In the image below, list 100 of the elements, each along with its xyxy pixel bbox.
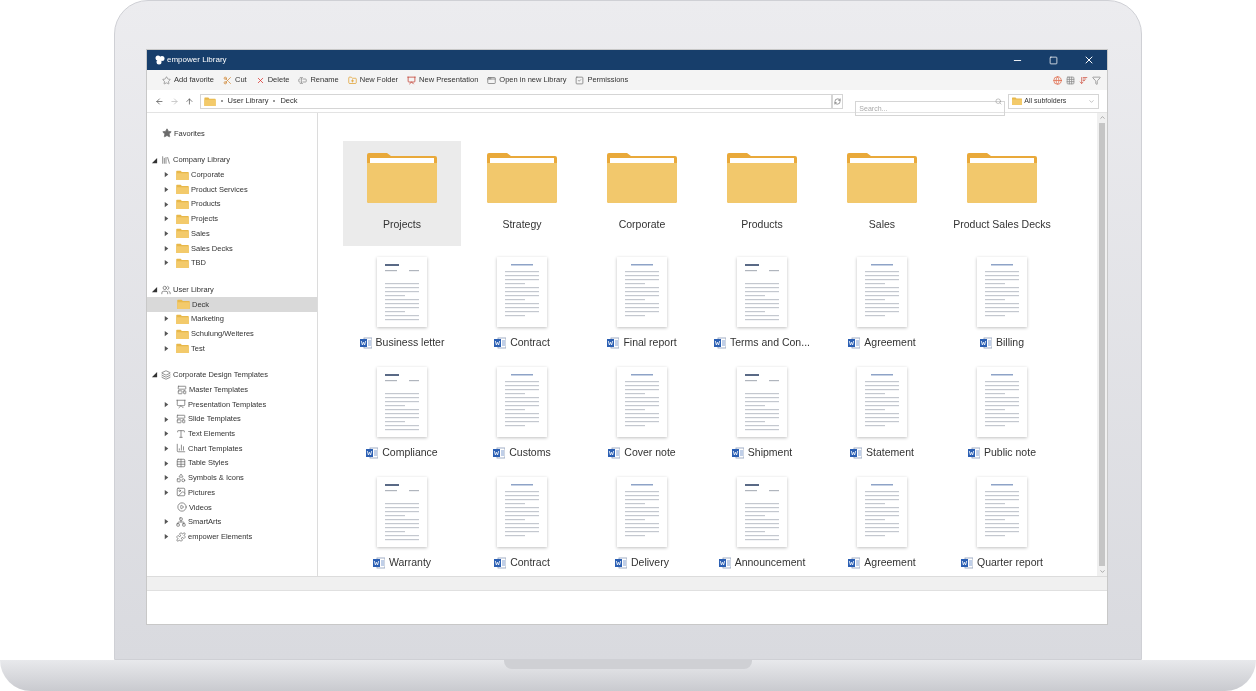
- word-file-icon: [968, 447, 980, 460]
- item-label: Compliance: [382, 445, 438, 461]
- folder-icon: [367, 153, 437, 204]
- document-tile[interactable]: Customs: [463, 362, 581, 466]
- word-file-icon: [494, 337, 507, 350]
- document-tile[interactable]: Contract: [463, 472, 581, 576]
- document-tile[interactable]: Cover note: [583, 362, 701, 466]
- expand-arrow-icon[interactable]: [163, 474, 170, 482]
- collapse-arrow-icon[interactable]: [151, 286, 158, 294]
- document-tile[interactable]: Agreement: [823, 252, 941, 356]
- document-tile[interactable]: Final report: [583, 252, 701, 356]
- expand-arrow-icon[interactable]: [163, 229, 170, 237]
- folder-tile[interactable]: Corporate: [583, 141, 701, 246]
- document-thumbnail: [497, 477, 547, 548]
- document-thumbnail: [857, 477, 907, 548]
- new-folder-icon: [347, 75, 357, 85]
- expand-arrow-icon[interactable]: [163, 533, 170, 541]
- expand-arrow-icon[interactable]: [163, 200, 170, 208]
- folder-icon: [176, 213, 189, 224]
- window-icon: [487, 75, 497, 85]
- delete-icon: [255, 75, 265, 85]
- scrollbar-thumb[interactable]: [1099, 123, 1105, 566]
- document-tile[interactable]: Compliance: [343, 362, 461, 466]
- word-file-icon: [980, 337, 992, 350]
- item-label: Product Sales Decks: [953, 217, 1051, 233]
- expand-arrow-icon[interactable]: [163, 344, 170, 352]
- expand-arrow-icon[interactable]: [163, 518, 170, 526]
- folder-icon: [727, 153, 797, 204]
- up-icon[interactable]: [184, 96, 194, 106]
- grid-icon[interactable]: [1066, 75, 1075, 85]
- folder-tile[interactable]: Sales: [823, 141, 941, 246]
- document-tile[interactable]: Shipment: [703, 362, 821, 466]
- expand-arrow-icon[interactable]: [163, 444, 170, 452]
- folder-tile[interactable]: Strategy: [463, 141, 581, 246]
- folder-icon: [176, 328, 189, 339]
- expand-arrow-icon[interactable]: [163, 415, 170, 423]
- back-icon[interactable]: [155, 96, 164, 106]
- document-tile[interactable]: Billing: [943, 252, 1061, 356]
- template-icon: [176, 414, 186, 425]
- document-tile[interactable]: Quarter report: [943, 472, 1061, 576]
- word-file-icon: [848, 557, 861, 570]
- item-label: Final report: [623, 335, 677, 351]
- document-tile[interactable]: Statement: [823, 362, 941, 466]
- document-thumbnail: [377, 257, 427, 328]
- folder-icon: [176, 199, 189, 210]
- item-label: Projects: [383, 217, 421, 233]
- expand-arrow-icon[interactable]: [163, 259, 170, 267]
- expand-arrow-icon[interactable]: [163, 171, 170, 179]
- item-label: Sales: [868, 217, 896, 233]
- folder-tile[interactable]: Product Sales Decks: [943, 141, 1061, 246]
- document-tile[interactable]: Business letter: [343, 252, 461, 356]
- document-thumbnail: [977, 257, 1027, 328]
- folder-icon: [176, 228, 189, 239]
- folder-icon: [967, 153, 1037, 204]
- document-thumbnail: [617, 477, 667, 548]
- play-icon: [177, 502, 187, 513]
- folder-icon: [176, 257, 189, 268]
- expand-arrow-icon[interactable]: [163, 185, 170, 193]
- document-thumbnail: [737, 367, 787, 438]
- expand-arrow-icon[interactable]: [163, 244, 170, 252]
- document-tile[interactable]: Contract: [463, 252, 581, 356]
- item-label: Shipment: [747, 445, 793, 461]
- document-thumbnail: [977, 477, 1027, 548]
- document-tile[interactable]: Agreement: [823, 472, 941, 576]
- document-tile[interactable]: Announcement: [703, 472, 821, 576]
- document-tile[interactable]: Public note: [943, 362, 1061, 466]
- star-icon: [162, 75, 171, 85]
- word-file-icon: [366, 447, 379, 460]
- folder-tree-icon: [1012, 97, 1023, 105]
- expand-arrow-icon[interactable]: [163, 488, 170, 496]
- item-label: Agreement: [864, 555, 916, 571]
- word-file-icon: [731, 447, 744, 460]
- scissors-icon: [223, 75, 233, 85]
- library-icon: [161, 155, 171, 166]
- folder-icon: [176, 184, 189, 195]
- document-tile[interactable]: Delivery: [583, 472, 701, 576]
- document-tile[interactable]: Terms and Con...: [703, 252, 821, 356]
- text-icon: [176, 428, 186, 439]
- item-label: Statement: [866, 445, 914, 461]
- expand-arrow-icon[interactable]: [163, 430, 170, 438]
- folder-tile[interactable]: Projects: [343, 141, 461, 246]
- expand-arrow-icon[interactable]: [163, 330, 170, 338]
- item-label: Delivery: [631, 555, 669, 571]
- expand-arrow-icon[interactable]: [163, 459, 170, 467]
- globe-icon[interactable]: [1053, 75, 1062, 85]
- item-label: Agreement: [864, 335, 916, 351]
- item-label: Public note: [984, 445, 1036, 461]
- collapse-arrow-icon[interactable]: [151, 156, 158, 164]
- folder-icon: [176, 343, 189, 354]
- expand-arrow-icon[interactable]: [163, 215, 170, 223]
- sort-icon[interactable]: [1079, 75, 1088, 85]
- expand-arrow-icon[interactable]: [163, 315, 170, 323]
- rename-icon: [298, 75, 308, 85]
- document-tile[interactable]: Warranty: [343, 472, 461, 576]
- expand-arrow-icon[interactable]: [163, 400, 170, 408]
- document-thumbnail: [497, 257, 547, 328]
- folder-tile[interactable]: Products: [703, 141, 821, 246]
- scrollbar[interactable]: [1097, 113, 1107, 576]
- folder-icon: [176, 313, 189, 324]
- collapse-arrow-icon[interactable]: [151, 371, 158, 379]
